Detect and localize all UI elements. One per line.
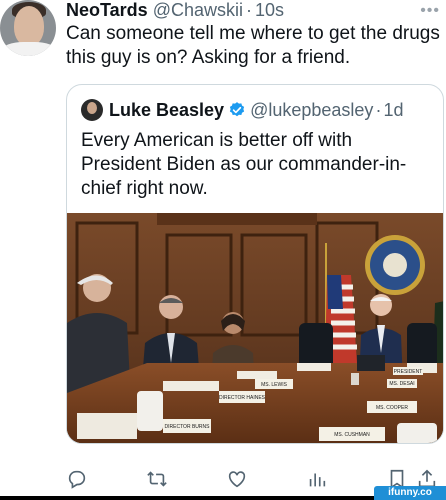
tweet-header: NeoTards @Chawskii · 10s (66, 0, 284, 20)
verified-badge-icon (229, 102, 245, 117)
quoted-tweet[interactable]: Luke Beasley @lukepbeasley · 1d Every Am… (66, 84, 444, 444)
author-handle[interactable]: @Chawskii (153, 0, 243, 21)
reply-icon[interactable] (66, 468, 90, 492)
like-icon[interactable] (226, 468, 250, 492)
watermark-logo: ifunny.co (374, 486, 446, 500)
quoted-tweet-photo[interactable]: DIRECTOR BURNS DIRECTOR HAINES MS. LEWIS… (67, 213, 443, 443)
avatar-face (14, 6, 44, 46)
avatar-shirt (2, 42, 56, 56)
quoted-author-handle: @lukepbeasley (250, 99, 374, 120)
placard-text: MS. CUSHMAN (334, 432, 370, 438)
tweet-card: NeoTards @Chawskii · 10s ••• Can someone… (0, 0, 446, 500)
more-options-icon[interactable]: ••• (420, 2, 440, 20)
situation-room-photo: DIRECTOR BURNS DIRECTOR HAINES MS. LEWIS… (67, 213, 443, 443)
placard-text: PRESIDENT (394, 369, 423, 375)
placard-text: DIRECTOR HAINES (219, 395, 266, 401)
quoted-author-name: Luke Beasley (109, 99, 225, 120)
placard-text: DIRECTOR BURNS (165, 424, 211, 430)
placard-text: MS. DESAI (389, 381, 414, 387)
tweet-text: Can someone tell me where to get the dru… (66, 23, 440, 68)
quoted-tweet-time: 1d (383, 99, 404, 120)
quoted-tweet-text: Every American is better off with Presid… (81, 130, 407, 199)
quoted-tweet-header: Luke Beasley @lukepbeasley · 1d (81, 99, 403, 121)
placard-text: MS. COOPER (376, 405, 408, 411)
author-avatar[interactable] (0, 0, 56, 56)
views-icon[interactable] (306, 468, 330, 492)
placard-text: MS. LEWIS (261, 382, 288, 388)
retweet-icon[interactable] (146, 468, 170, 492)
separator-dot: · (245, 0, 252, 20)
quoted-author-avatar (81, 99, 103, 121)
quoted-separator-dot: · (375, 99, 382, 120)
author-name[interactable]: NeoTards (66, 0, 148, 21)
tweet-time[interactable]: 10s (255, 0, 284, 21)
